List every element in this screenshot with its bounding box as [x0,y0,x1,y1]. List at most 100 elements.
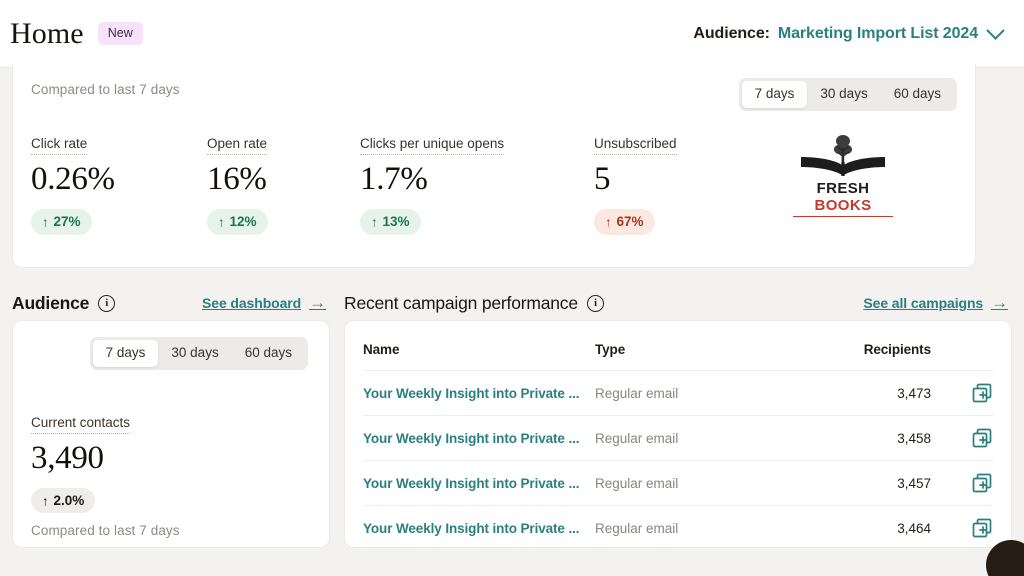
info-icon[interactable]: i [98,294,116,312]
current-contacts-value: 3,490 [31,440,104,477]
table-row[interactable]: Your Weekly Insight into Private ... Reg… [363,415,993,461]
arrow-up-icon: ↑ [371,214,378,230]
metric-value: 1.7% [360,161,428,198]
see-all-campaigns-link[interactable]: See all campaigns → [863,292,1008,312]
campaigns-table-head: Name Type Recipients [363,321,993,371]
arrow-up-icon: ↑ [42,214,49,230]
see-dashboard-label: See dashboard [202,295,302,311]
audience-card: 7 days 30 days 60 days Current contacts … [12,320,330,548]
arrow-right-icon: → [991,292,1008,312]
arrow-right-icon: → [309,292,326,312]
table-row[interactable]: Your Weekly Insight into Private ... Reg… [363,370,993,416]
metric-clicks-per-unique-opens: Clicks per unique opens 1.7% ↑ 13% [360,135,594,235]
campaigns-title-group: Recent campaign performance i [344,293,604,314]
campaign-type-cell: Regular email [595,370,845,416]
chevron-down-icon[interactable] [986,21,1005,40]
logo-word-two: BOOKS [814,197,872,214]
book-tree-mark [801,135,885,176]
metric-delta-badge: ↑ 27% [31,209,92,235]
metric-delta-value: 67% [616,214,644,230]
duplicate-icon[interactable] [971,382,993,404]
metric-value: 5 [594,161,611,198]
arrow-up-icon: ↑ [42,493,49,509]
duplicate-icon[interactable] [971,517,993,539]
arrow-up-icon: ↑ [218,214,225,230]
stats-range-60days[interactable]: 60 days [881,81,954,108]
audience-section-header: Audience i See dashboard → [12,286,330,320]
audience-selector[interactable]: Audience: Marketing Import List 2024 [693,21,1005,43]
page-title: Home [10,16,84,50]
metric-click-rate: Click rate 0.26% ↑ 27% [31,135,207,235]
campaign-action-cell[interactable] [949,505,993,547]
campaign-name-link[interactable]: Your Weekly Insight into Private ... [363,476,580,491]
audience-stat-block: Current contacts 3,490 ↑ 2.0% Compared t… [31,414,311,539]
stats-range-toggle[interactable]: 7 days 30 days 60 days [738,78,957,111]
campaign-name-link[interactable]: Your Weekly Insight into Private ... [363,386,580,401]
table-header-row: Name Type Recipients [363,321,993,371]
campaign-name-cell: Your Weekly Insight into Private ... [363,370,595,416]
see-all-campaigns-label: See all campaigns [863,295,984,311]
campaign-name-link[interactable]: Your Weekly Insight into Private ... [363,521,580,536]
campaign-name-cell: Your Weekly Insight into Private ... [363,415,595,461]
metric-value: 16% [207,161,267,198]
campaign-name-link[interactable]: Your Weekly Insight into Private ... [363,431,580,446]
campaign-type-cell: Regular email [595,415,845,461]
performance-stats-card: Compared to last 7 days 7 days 30 days 6… [12,64,976,268]
new-badge: New [97,21,143,46]
arrow-up-icon: ↑ [605,214,612,230]
header-left-group: Home New [10,17,143,51]
audience-section-title: Audience [12,292,90,313]
see-dashboard-link[interactable]: See dashboard → [202,292,326,312]
table-row[interactable]: Your Weekly Insight into Private ... Reg… [363,505,993,547]
stats-range-7days[interactable]: 7 days [741,81,808,108]
campaign-action-cell[interactable] [949,415,993,461]
metric-delta-value: 13% [382,214,410,230]
campaigns-table: Name Type Recipients Your Weekly Insight… [363,321,993,547]
column-header-actions [949,321,993,371]
metric-delta-badge: ↑ 67% [594,209,655,235]
campaigns-column: Recent campaign performance i See all ca… [344,286,1012,548]
campaign-recipients-cell: 3,458 [845,415,949,461]
audience-range-30days[interactable]: 30 days [158,340,231,367]
campaign-action-cell[interactable] [949,460,993,506]
audience-column: Audience i See dashboard → 7 days 30 day… [12,286,330,548]
metric-unsubscribed: Unsubscribed 5 ↑ 67% [594,135,774,235]
audience-compared-text: Compared to last 7 days [31,523,180,539]
campaign-type-cell: Regular email [595,460,845,506]
logo-wordmark: FRESH BOOKS [793,180,893,217]
metric-label[interactable]: Click rate [31,136,88,156]
info-icon[interactable]: i [586,294,604,312]
current-contacts-delta-badge: ↑ 2.0% [31,487,96,514]
logo-word-one: FRESH [816,180,870,197]
table-row[interactable]: Your Weekly Insight into Private ... Reg… [363,460,993,506]
audience-range-60days[interactable]: 60 days [232,340,305,367]
campaign-action-cell[interactable] [949,370,993,416]
lower-sections: Audience i See dashboard → 7 days 30 day… [12,286,1012,548]
audience-range-7days[interactable]: 7 days [92,340,159,367]
campaign-type-cell: Regular email [595,505,845,547]
freshbooks-logo: FRESH BOOKS [793,131,893,217]
campaign-recipients-cell: 3,457 [845,460,949,506]
metrics-row: Click rate 0.26% ↑ 27% Open rate 16% ↑ 1… [31,135,953,235]
metric-delta-badge: ↑ 13% [360,209,421,235]
audience-value[interactable]: Marketing Import List 2024 [778,25,978,43]
duplicate-icon[interactable] [971,427,993,449]
metric-label[interactable]: Unsubscribed [594,136,677,156]
campaign-name-cell: Your Weekly Insight into Private ... [363,460,595,506]
campaigns-section-header: Recent campaign performance i See all ca… [344,286,1012,320]
current-contacts-label[interactable]: Current contacts [31,415,131,435]
metric-delta-badge: ↑ 12% [207,209,268,235]
audience-label: Audience: [693,24,770,42]
metric-delta-value: 12% [229,214,257,230]
column-header-recipients: Recipients [863,342,931,357]
campaigns-section-title: Recent campaign performance [344,292,578,313]
metric-label[interactable]: Clicks per unique opens [360,136,505,156]
stats-range-30days[interactable]: 30 days [807,81,880,108]
current-contacts-delta-value: 2.0% [53,492,85,508]
metric-label[interactable]: Open rate [207,136,268,156]
duplicate-icon[interactable] [971,472,993,494]
column-header-type: Type [595,342,626,357]
audience-range-toggle[interactable]: 7 days 30 days 60 days [89,337,308,370]
metric-delta-value: 27% [53,214,81,230]
page-body: Compared to last 7 days 7 days 30 days 6… [0,64,1024,548]
